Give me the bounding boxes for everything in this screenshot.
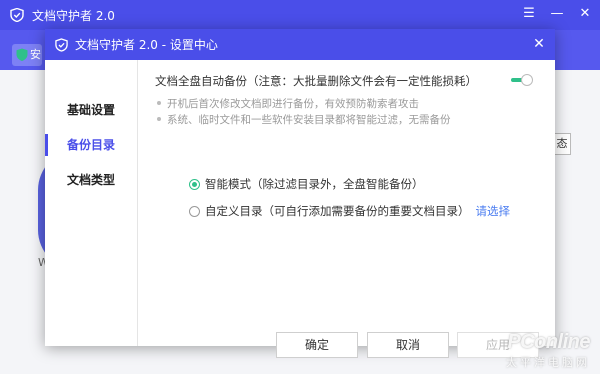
mode-custom-option[interactable]: 自定义目录（可自行添加需要备份的重要文档目录） 请选择 — [189, 203, 510, 219]
settings-content: 文档全盘自动备份（注意：大批量删除文件会有一定性能损耗） 开机后首次修改文档即进… — [139, 60, 555, 358]
note-item: 开机后首次修改文档即进行备份，有效预防勒索者攻击 — [157, 96, 419, 111]
mode-smart-label: 智能模式（除过滤目录外，全盘智能备份） — [205, 177, 424, 191]
ok-button[interactable]: 确定 — [276, 332, 358, 358]
watermark-subtitle: 太平洋电脑网 — [506, 356, 590, 369]
watermark-brand: PConline — [507, 331, 590, 353]
cancel-button[interactable]: 取消 — [367, 332, 449, 358]
dialog-title: 文档守护者 2.0 - 设置中心 — [75, 38, 218, 52]
choose-directory-link[interactable]: 请选择 — [476, 203, 511, 219]
settings-sidebar: 基础设置 备份目录 文档类型 — [45, 60, 138, 346]
watermark: PConline 太平洋电脑网 — [506, 331, 591, 370]
minimize-icon[interactable]: — — [550, 6, 564, 22]
status-badge: 安 — [12, 44, 42, 66]
settings-dialog: 文档守护者 2.0 - 设置中心 ✕ 基础设置 备份目录 文档类型 文档全盘自动… — [45, 29, 555, 358]
auto-backup-toggle[interactable] — [511, 74, 533, 86]
sidebar-item-basic[interactable]: 基础设置 — [45, 97, 138, 123]
app-title: 文档守护者 2.0 — [32, 8, 115, 23]
radio-button[interactable] — [189, 205, 200, 217]
background-button[interactable]: 态 — [553, 133, 571, 155]
shield-logo-icon — [10, 8, 24, 22]
menu-icon[interactable]: ☰ — [522, 6, 536, 22]
bullet-icon — [157, 117, 161, 121]
shield-icon — [16, 48, 28, 61]
main-title-bar: 文档守护者 2.0 ☰ — ✕ — [0, 0, 600, 30]
sidebar-item-backup-dirs[interactable]: 备份目录 — [45, 132, 138, 158]
sidebar-item-doc-types[interactable]: 文档类型 — [45, 167, 138, 193]
shield-logo-icon — [55, 37, 68, 52]
close-icon[interactable]: ✕ — [578, 6, 592, 22]
dialog-close-icon[interactable]: ✕ — [531, 36, 547, 52]
note-item: 系统、临时文件和一些软件安装目录都将智能过滤，无需备份 — [157, 112, 451, 127]
radio-button-checked[interactable] — [189, 178, 200, 190]
mode-smart-option[interactable]: 智能模式（除过滤目录外，全盘智能备份） — [189, 176, 424, 192]
mode-custom-label: 自定义目录（可自行添加需要备份的重要文档目录） — [205, 204, 470, 218]
dialog-title-bar: 文档守护者 2.0 - 设置中心 ✕ — [45, 29, 555, 60]
auto-backup-label: 文档全盘自动备份（注意：大批量删除文件会有一定性能损耗） — [155, 74, 477, 88]
banner-tag-label: 安 — [30, 48, 41, 61]
bullet-icon — [157, 101, 161, 105]
